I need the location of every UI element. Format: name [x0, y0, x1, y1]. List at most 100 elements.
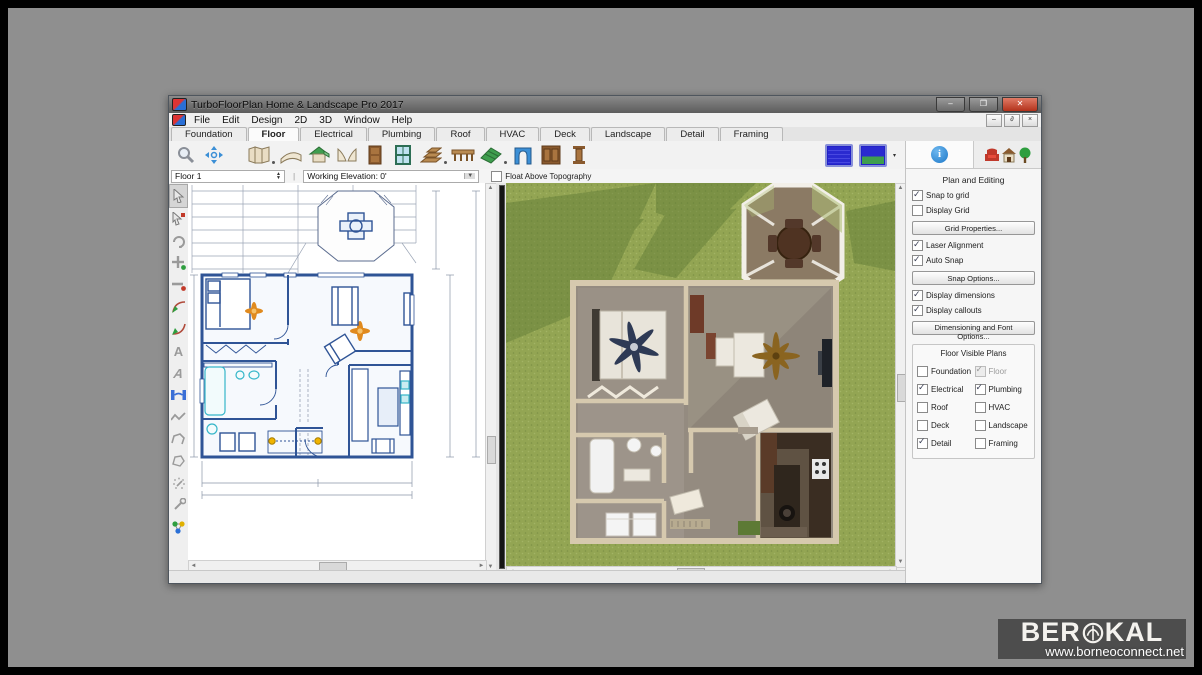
railing-tool-icon[interactable] — [450, 143, 475, 167]
checkbox-box[interactable] — [491, 171, 502, 182]
2d-plan-view-button[interactable] — [825, 144, 853, 167]
plan-visibility-checkbox[interactable]: Roof — [917, 402, 973, 413]
roofing-tool-dropdown[interactable] — [504, 161, 507, 164]
wall-tool-icon[interactable] — [246, 143, 271, 167]
menu-item[interactable]: Design — [245, 115, 288, 126]
wall-tool-dropdown[interactable] — [272, 161, 275, 164]
plan-visibility-checkbox[interactable]: Floor — [975, 366, 1031, 377]
select-tool-icon[interactable] — [169, 184, 188, 208]
option-checkbox[interactable]: Auto Snap — [912, 255, 1035, 266]
cabinet-tool-icon[interactable] — [538, 143, 563, 167]
elevation-dropdown-arrow[interactable]: ▼ — [464, 173, 475, 179]
pan-tool-icon[interactable] — [201, 143, 226, 167]
checkbox-box[interactable] — [912, 255, 923, 266]
working-elevation-field[interactable]: Working Elevation: 0' ▼ — [303, 170, 479, 183]
mdi-close-button[interactable]: × — [1022, 114, 1038, 127]
tab-plan-info[interactable]: i — [906, 141, 974, 168]
floor-stepper[interactable]: ▲▼ — [276, 172, 281, 180]
checkbox-box[interactable] — [917, 438, 928, 449]
option-checkbox[interactable]: Snap to grid — [912, 190, 1035, 201]
float-above-topography-checkbox[interactable]: Float Above Topography — [491, 171, 591, 182]
maximize-button[interactable]: ❐ — [969, 97, 998, 112]
menu-item[interactable]: Help — [386, 115, 419, 126]
roofing-material-tool-icon[interactable] — [478, 143, 503, 167]
door-tool-icon[interactable] — [362, 143, 387, 167]
checkbox-box[interactable] — [917, 402, 928, 413]
3d-view-button[interactable] — [859, 144, 887, 167]
checkbox-box[interactable] — [912, 290, 923, 301]
mdi-restore-button[interactable]: ∂ — [1004, 114, 1020, 127]
checkbox-box[interactable] — [912, 240, 923, 251]
option-checkbox[interactable]: Laser Alignment — [912, 240, 1035, 251]
roof-tool-icon[interactable] — [306, 143, 331, 167]
group-tool-icon[interactable] — [170, 516, 187, 538]
menu-item[interactable]: File — [188, 115, 216, 126]
arc-tool-icon[interactable] — [170, 296, 187, 318]
zoom-tool-icon[interactable] — [173, 143, 198, 167]
plan-tab[interactable]: Roof — [436, 127, 484, 141]
plan-tab[interactable]: Floor — [248, 127, 300, 141]
menu-item[interactable]: Edit — [216, 115, 245, 126]
minimize-button[interactable]: – — [936, 97, 965, 112]
scroll-up-arrow[interactable]: ▲ — [896, 184, 905, 193]
option-checkbox[interactable]: Display Grid — [912, 205, 1035, 216]
title-bar[interactable]: TurboFloorPlan Home & Landscape Pro 2017… — [169, 96, 1041, 113]
tab-design-content[interactable] — [974, 141, 1041, 168]
view-dropdown-arrow[interactable]: ▾ — [893, 152, 896, 159]
plan-visibility-checkbox[interactable]: Detail — [917, 438, 973, 449]
plan-visibility-checkbox[interactable]: Deck — [917, 420, 973, 431]
archway-tool-icon[interactable] — [510, 143, 535, 167]
checkbox-box[interactable] — [917, 384, 928, 395]
checkbox-box[interactable] — [975, 438, 986, 449]
dimension-tool-icon[interactable] — [170, 384, 187, 406]
checkbox-box[interactable] — [975, 366, 986, 377]
plan-tab[interactable]: HVAC — [486, 127, 540, 141]
rotate-tool-icon[interactable] — [170, 230, 187, 252]
close-button[interactable]: ✕ — [1002, 97, 1038, 112]
checkbox-box[interactable] — [912, 305, 923, 316]
open-polygon-tool-icon[interactable] — [170, 428, 187, 450]
plan-visibility-checkbox[interactable]: Plumbing — [975, 384, 1031, 395]
plan-visibility-checkbox[interactable]: Foundation — [917, 366, 973, 377]
plan-tab[interactable]: Landscape — [591, 127, 665, 141]
menu-item[interactable]: Window — [338, 115, 386, 126]
select-special-tool-icon[interactable] — [170, 208, 187, 230]
plan-tab[interactable]: Detail — [666, 127, 718, 141]
opening-tool-icon[interactable] — [334, 143, 359, 167]
2d-floor-plan-canvas[interactable] — [188, 183, 485, 560]
plan-visibility-checkbox[interactable]: Landscape — [975, 420, 1031, 431]
mdi-minimize-button[interactable]: – — [986, 114, 1002, 127]
closed-polygon-tool-icon[interactable] — [170, 450, 187, 472]
add-point-tool-icon[interactable] — [170, 252, 187, 274]
spray-tool-icon[interactable] — [170, 472, 187, 494]
checkbox-box[interactable] — [975, 384, 986, 395]
plan-visibility-checkbox[interactable]: Electrical — [917, 384, 973, 395]
option-checkbox[interactable]: Display dimensions — [912, 290, 1035, 301]
reverse-arc-tool-icon[interactable] — [170, 318, 187, 340]
plan-visibility-checkbox[interactable]: HVAC — [975, 402, 1031, 413]
scroll-up-arrow[interactable]: ▲ — [486, 184, 495, 193]
snap-options-button[interactable]: Snap Options... — [912, 271, 1035, 285]
plan-tab[interactable]: Framing — [720, 127, 783, 141]
option-checkbox[interactable]: Display callouts — [912, 305, 1035, 316]
scroll-down-arrow[interactable]: ▼ — [896, 558, 905, 567]
scroll-thumb[interactable] — [487, 436, 496, 464]
grid-properties-button[interactable]: Grid Properties... — [912, 221, 1035, 235]
plan-tab[interactable]: Foundation — [171, 127, 247, 141]
view-splitter[interactable] — [496, 183, 506, 571]
checkbox-box[interactable] — [975, 420, 986, 431]
checkbox-box[interactable] — [917, 366, 928, 377]
plan-visibility-checkbox[interactable]: Framing — [975, 438, 1031, 449]
dimensioning-font-options-button[interactable]: Dimensioning and Font Options... — [912, 321, 1035, 335]
text-tool-icon[interactable]: A — [170, 340, 187, 362]
plan-tab[interactable]: Plumbing — [368, 127, 436, 141]
menu-item[interactable]: 2D — [289, 115, 314, 126]
window-tool-icon[interactable] — [390, 143, 415, 167]
menu-item[interactable]: 3D — [313, 115, 338, 126]
checkbox-box[interactable] — [917, 420, 928, 431]
checkbox-box[interactable] — [912, 205, 923, 216]
stairs-tool-dropdown[interactable] — [444, 161, 447, 164]
italic-text-tool-icon[interactable]: A — [170, 362, 187, 384]
3d-overview-canvas[interactable] — [506, 183, 895, 566]
plan-tab[interactable]: Deck — [540, 127, 590, 141]
